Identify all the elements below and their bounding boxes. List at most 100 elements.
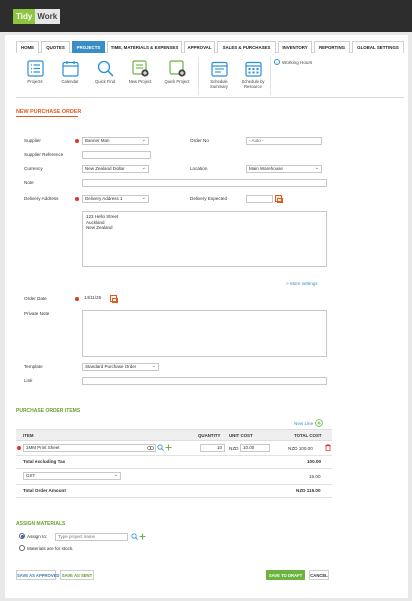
add-icon[interactable] xyxy=(165,444,172,451)
tab-home[interactable]: HOME xyxy=(16,41,39,53)
supplier-reference-input[interactable] xyxy=(82,151,151,159)
delivery-address-select[interactable]: Delivery Address 1 xyxy=(82,195,149,203)
search-icon[interactable] xyxy=(157,444,164,451)
tab-projects[interactable]: PROJECTS xyxy=(72,41,105,53)
toolbar-new-project-label: New Project xyxy=(128,79,152,84)
add-circle-icon xyxy=(315,419,323,427)
add-icon[interactable] xyxy=(139,533,146,540)
col-item: ITEM xyxy=(23,433,34,438)
toolbar-projects-label: Projects xyxy=(27,79,43,84)
currency-select[interactable]: New Zealand Dollar xyxy=(82,165,149,173)
tab-approval[interactable]: APPROVAL xyxy=(184,41,215,53)
save-as-approved-button[interactable]: SAVE AS APPROVED xyxy=(16,570,59,580)
toolbar-schedule-resource[interactable]: Schedule by Resource xyxy=(238,60,268,89)
required-marker xyxy=(75,139,79,143)
new-line-button[interactable]: New Line xyxy=(294,419,323,427)
working-hours-label: Working Hours xyxy=(282,59,313,65)
row-divider xyxy=(16,484,332,485)
private-note-textarea[interactable] xyxy=(82,310,327,357)
schedule-resource-icon xyxy=(244,60,262,77)
order-no-input[interactable]: - Auto - xyxy=(246,137,322,145)
delivery-expected-label: Delivery Expected xyxy=(190,196,228,201)
new-project-icon xyxy=(131,60,149,77)
template-label: Template xyxy=(24,364,43,369)
tab-sales-purchases[interactable]: SALES & PURCHASES xyxy=(217,41,276,53)
currency-label: Currency xyxy=(24,166,43,171)
top-bar: Tidy Work xyxy=(0,0,412,32)
supplier-label: Supplier xyxy=(24,138,41,143)
calendar-icon xyxy=(61,60,79,77)
stock-label: Materials are for stock. xyxy=(27,546,74,551)
quantity-input[interactable]: 10 xyxy=(200,444,225,452)
tab-quotes[interactable]: QUOTES xyxy=(41,41,70,53)
note-input[interactable] xyxy=(82,179,327,187)
supplier-select[interactable]: Banner Man xyxy=(82,137,149,145)
cancel-button[interactable]: CANCEL xyxy=(309,570,329,580)
schedule-summary-icon xyxy=(210,60,228,77)
delivery-address-textarea[interactable]: 123 Hello Street Auckland New Zealand xyxy=(82,211,327,267)
item-input[interactable]: 1MM Print Sheet xyxy=(23,444,156,452)
link-icon[interactable] xyxy=(147,445,154,451)
more-settings-link[interactable]: > More settings xyxy=(286,281,318,286)
tidywork-logo[interactable]: Tidy Work xyxy=(13,9,61,24)
toolbar-projects[interactable]: Projects xyxy=(20,60,50,84)
row-divider xyxy=(16,468,332,469)
toolbar-new-project[interactable]: New Project xyxy=(125,60,155,84)
total-excl-tax-value: 100.00 xyxy=(307,459,322,464)
title-underline xyxy=(16,116,78,117)
required-marker xyxy=(17,446,21,450)
toolbar-quick-project[interactable]: Quick Project xyxy=(162,60,192,84)
assign-to-radio[interactable] xyxy=(19,533,25,539)
order-no-label: Order No xyxy=(190,138,209,143)
save-to-draft-button[interactable]: SAVE TO DRAFT xyxy=(266,570,305,580)
calendar-icon[interactable] xyxy=(110,295,118,303)
toolbar-divider xyxy=(198,57,199,95)
tab-global-settings[interactable]: GLOBAL SETTINGS xyxy=(352,41,404,53)
total-excl-tax-label: Total excluding Tax xyxy=(23,459,66,464)
tax-select[interactable]: GST xyxy=(23,472,121,480)
project-name-input[interactable]: Type project name xyxy=(55,533,128,541)
col-total-cost: TOTAL COST xyxy=(294,433,322,438)
save-as-sent-button[interactable]: SAVE AS SENT xyxy=(60,570,94,580)
toolbar-schedule-summary[interactable]: Schedule Summary xyxy=(204,60,234,89)
toolbar-schedule-resource-label: Schedule by Resource xyxy=(241,79,265,89)
page-title: NEW PURCHASE ORDER xyxy=(16,109,82,115)
private-note-label: Private Note xyxy=(24,311,50,316)
tax-value: 15.00 xyxy=(309,474,321,479)
col-quantity: QUANTITY xyxy=(198,433,221,438)
line-total: NZD 100.00 xyxy=(288,446,313,451)
stock-radio[interactable] xyxy=(19,545,25,551)
toolbar-quick-find[interactable]: Quick Find xyxy=(90,60,120,84)
toolbar-calendar[interactable]: Calendar xyxy=(55,60,85,84)
tab-time-materials-expenses[interactable]: TIME, MATERIALS & EXPENSES xyxy=(107,41,182,53)
items-section-title: PURCHASE ORDER ITEMS xyxy=(16,408,81,414)
note-label: Note xyxy=(24,180,34,185)
working-hours-link[interactable]: i Working Hours xyxy=(274,59,312,65)
search-icon[interactable] xyxy=(131,533,138,540)
assign-section-title: ASSIGN MATERIALS xyxy=(16,521,66,527)
toolbar-quick-project-label: Quick Project xyxy=(164,79,190,84)
order-date-input[interactable]: 14/11/25 xyxy=(82,295,108,303)
tab-reporting[interactable]: REPORTING xyxy=(314,41,350,53)
trash-icon[interactable] xyxy=(325,444,331,451)
order-date-label: Order Date xyxy=(24,296,47,301)
new-line-label: New Line xyxy=(294,420,314,426)
delivery-expected-input[interactable] xyxy=(246,195,273,203)
info-icon: i xyxy=(274,59,280,65)
delivery-address-label: Delivery Address xyxy=(24,196,59,201)
template-select[interactable]: Standard Purchase Order xyxy=(82,363,159,371)
toolbar-calendar-label: Calendar xyxy=(61,79,79,84)
currency-code: NZD xyxy=(229,446,239,451)
unit-cost-input[interactable]: 10.00 xyxy=(240,444,270,452)
items-table-header: ITEM QUANTITY UNIT COST TOTAL COST xyxy=(16,429,332,441)
location-select[interactable]: Main Warehouse xyxy=(246,165,322,173)
link-input[interactable] xyxy=(82,377,327,385)
row-divider xyxy=(16,455,332,456)
required-marker xyxy=(75,197,79,201)
toolbar-quick-find-label: Quick Find xyxy=(94,79,115,84)
calendar-icon[interactable] xyxy=(275,195,283,203)
total-order-amount-value: NZD 115.00 xyxy=(296,488,321,493)
link-label: Link xyxy=(24,378,33,383)
tab-inventory[interactable]: INVENTORY xyxy=(278,41,312,53)
supplier-reference-label: Supplier Reference xyxy=(24,152,64,157)
